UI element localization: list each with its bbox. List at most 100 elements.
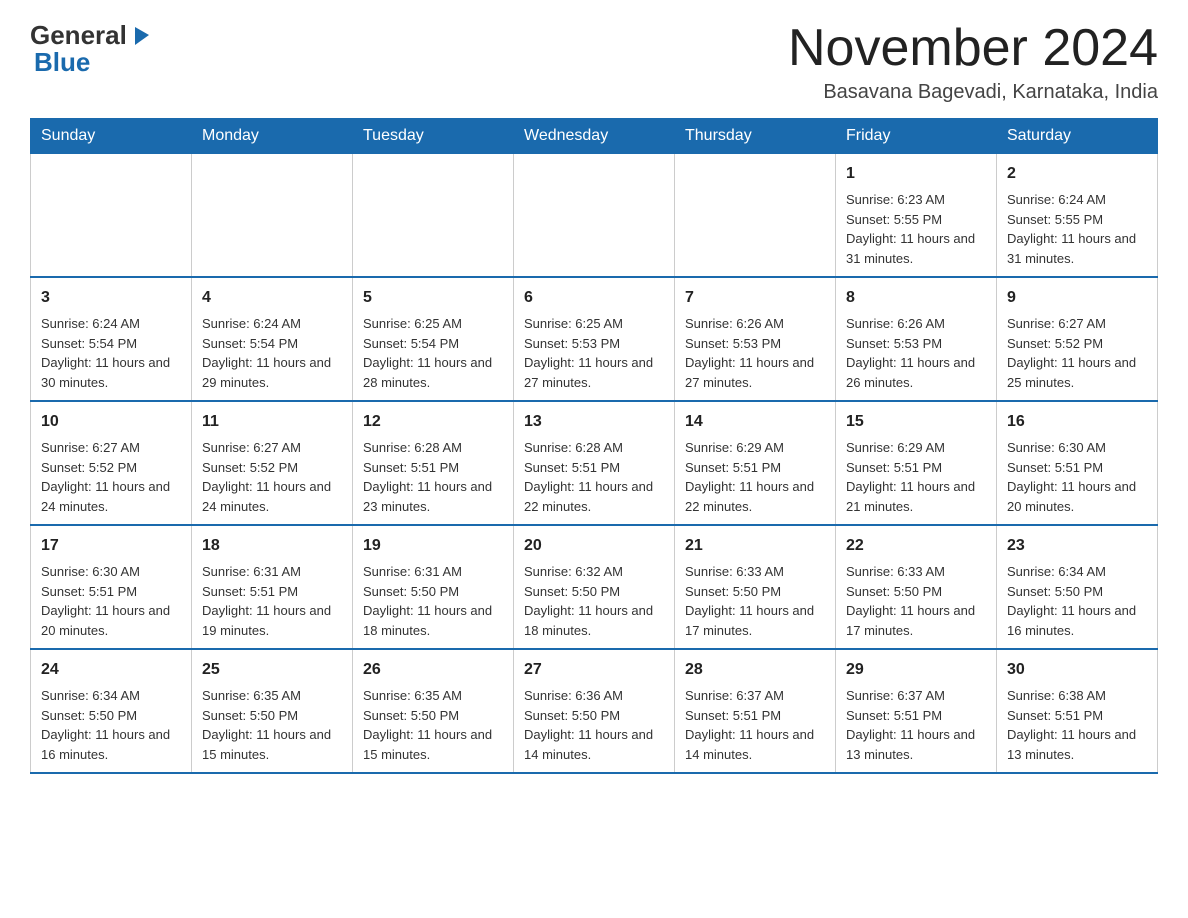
header-thursday: Thursday <box>675 119 836 154</box>
table-row: 3 Sunrise: 6:24 AM Sunset: 5:54 PM Daylig… <box>31 277 192 401</box>
table-row: 21 Sunrise: 6:33 AM Sunset: 5:50 PM Dayli… <box>675 525 836 649</box>
cell-sun-info: Sunrise: 6:28 AM Sunset: 5:51 PM Dayligh… <box>524 438 664 516</box>
day-number: 12 <box>363 410 503 434</box>
table-row: 25 Sunrise: 6:35 AM Sunset: 5:50 PM Dayli… <box>192 649 353 773</box>
table-row: 22Sunrise: 6:33 AM Sunset: 5:50 PM Dayli… <box>836 525 997 649</box>
calendar-table: Sunday Monday Tuesday Wednesday Thursday… <box>30 118 1158 774</box>
table-row: 6 Sunrise: 6:25 AM Sunset: 5:53 PM Daylig… <box>514 277 675 401</box>
location: Basavana Bagevadi, Karnataka, India <box>788 81 1158 104</box>
cell-sun-info: Sunrise: 6:35 AM Sunset: 5:50 PM Dayligh… <box>202 686 342 764</box>
cell-sun-info: Sunrise: 6:33 AM Sunset: 5:50 PM Dayligh… <box>846 562 986 640</box>
day-number: 23 <box>1007 534 1147 558</box>
cell-sun-info: Sunrise: 6:36 AM Sunset: 5:50 PM Dayligh… <box>524 686 664 764</box>
day-number: 24 <box>41 658 181 682</box>
day-number: 2 <box>1007 162 1147 186</box>
cell-sun-info: Sunrise: 6:23 AM Sunset: 5:55 PM Dayligh… <box>846 190 986 268</box>
table-row: 19 Sunrise: 6:31 AM Sunset: 5:50 PM Dayli… <box>353 525 514 649</box>
cell-sun-info: Sunrise: 6:28 AM Sunset: 5:51 PM Dayligh… <box>363 438 503 516</box>
logo: General Blue <box>30 20 151 78</box>
header-monday: Monday <box>192 119 353 154</box>
cell-sun-info: Sunrise: 6:37 AM Sunset: 5:51 PM Dayligh… <box>846 686 986 764</box>
table-row: 26 Sunrise: 6:35 AM Sunset: 5:50 PM Dayli… <box>353 649 514 773</box>
cell-sun-info: Sunrise: 6:35 AM Sunset: 5:50 PM Dayligh… <box>363 686 503 764</box>
cell-sun-info: Sunrise: 6:26 AM Sunset: 5:53 PM Dayligh… <box>846 314 986 392</box>
table-row: 5Sunrise: 6:25 AM Sunset: 5:54 PM Daylig… <box>353 277 514 401</box>
table-row <box>192 154 353 278</box>
cell-sun-info: Sunrise: 6:31 AM Sunset: 5:51 PM Dayligh… <box>202 562 342 640</box>
weekday-header-row: Sunday Monday Tuesday Wednesday Thursday… <box>31 119 1158 154</box>
header-tuesday: Tuesday <box>353 119 514 154</box>
cell-sun-info: Sunrise: 6:26 AM Sunset: 5:53 PM Dayligh… <box>685 314 825 392</box>
day-number: 7 <box>685 286 825 310</box>
table-row <box>353 154 514 278</box>
table-row: 14 Sunrise: 6:29 AM Sunset: 5:51 PM Dayli… <box>675 401 836 525</box>
day-number: 29 <box>846 658 986 682</box>
day-number: 6 <box>524 286 664 310</box>
table-row: 28Sunrise: 6:37 AM Sunset: 5:51 PM Dayli… <box>675 649 836 773</box>
cell-sun-info: Sunrise: 6:31 AM Sunset: 5:50 PM Dayligh… <box>363 562 503 640</box>
day-number: 27 <box>524 658 664 682</box>
day-number: 10 <box>41 410 181 434</box>
table-row: 20 Sunrise: 6:32 AM Sunset: 5:50 PM Dayli… <box>514 525 675 649</box>
day-number: 13 <box>524 410 664 434</box>
header-saturday: Saturday <box>997 119 1158 154</box>
cell-sun-info: Sunrise: 6:33 AM Sunset: 5:50 PM Dayligh… <box>685 562 825 640</box>
table-row: 8Sunrise: 6:26 AM Sunset: 5:53 PM Daylig… <box>836 277 997 401</box>
day-number: 19 <box>363 534 503 558</box>
day-number: 26 <box>363 658 503 682</box>
table-row: 7 Sunrise: 6:26 AM Sunset: 5:53 PM Daylig… <box>675 277 836 401</box>
cell-sun-info: Sunrise: 6:24 AM Sunset: 5:54 PM Dayligh… <box>202 314 342 392</box>
day-number: 3 <box>41 286 181 310</box>
calendar-week-row: 17 Sunrise: 6:30 AM Sunset: 5:51 PM Dayli… <box>31 525 1158 649</box>
cell-sun-info: Sunrise: 6:34 AM Sunset: 5:50 PM Dayligh… <box>1007 562 1147 640</box>
table-row: 30Sunrise: 6:38 AM Sunset: 5:51 PM Dayli… <box>997 649 1158 773</box>
table-row: 15 Sunrise: 6:29 AM Sunset: 5:51 PM Dayli… <box>836 401 997 525</box>
day-number: 4 <box>202 286 342 310</box>
cell-sun-info: Sunrise: 6:32 AM Sunset: 5:50 PM Dayligh… <box>524 562 664 640</box>
title-block: November 2024 Basavana Bagevadi, Karnata… <box>788 20 1158 104</box>
header-friday: Friday <box>836 119 997 154</box>
cell-sun-info: Sunrise: 6:24 AM Sunset: 5:55 PM Dayligh… <box>1007 190 1147 268</box>
table-row: 2 Sunrise: 6:24 AM Sunset: 5:55 PM Daylig… <box>997 154 1158 278</box>
cell-sun-info: Sunrise: 6:25 AM Sunset: 5:53 PM Dayligh… <box>524 314 664 392</box>
day-number: 1 <box>846 162 986 186</box>
calendar-week-row: 3 Sunrise: 6:24 AM Sunset: 5:54 PM Daylig… <box>31 277 1158 401</box>
calendar-week-row: 1 Sunrise: 6:23 AM Sunset: 5:55 PM Daylig… <box>31 154 1158 278</box>
cell-sun-info: Sunrise: 6:29 AM Sunset: 5:51 PM Dayligh… <box>685 438 825 516</box>
table-row: 13 Sunrise: 6:28 AM Sunset: 5:51 PM Dayli… <box>514 401 675 525</box>
day-number: 16 <box>1007 410 1147 434</box>
calendar-week-row: 10 Sunrise: 6:27 AM Sunset: 5:52 PM Dayli… <box>31 401 1158 525</box>
day-number: 14 <box>685 410 825 434</box>
cell-sun-info: Sunrise: 6:24 AM Sunset: 5:54 PM Dayligh… <box>41 314 181 392</box>
day-number: 15 <box>846 410 986 434</box>
table-row: 10 Sunrise: 6:27 AM Sunset: 5:52 PM Dayli… <box>31 401 192 525</box>
cell-sun-info: Sunrise: 6:34 AM Sunset: 5:50 PM Dayligh… <box>41 686 181 764</box>
cell-sun-info: Sunrise: 6:30 AM Sunset: 5:51 PM Dayligh… <box>1007 438 1147 516</box>
day-number: 25 <box>202 658 342 682</box>
table-row: 23 Sunrise: 6:34 AM Sunset: 5:50 PM Dayli… <box>997 525 1158 649</box>
day-number: 30 <box>1007 658 1147 682</box>
table-row: 16 Sunrise: 6:30 AM Sunset: 5:51 PM Dayli… <box>997 401 1158 525</box>
logo-triangle-icon <box>129 25 151 47</box>
day-number: 11 <box>202 410 342 434</box>
table-row <box>514 154 675 278</box>
header-wednesday: Wednesday <box>514 119 675 154</box>
logo-blue: Blue <box>34 47 90 77</box>
cell-sun-info: Sunrise: 6:25 AM Sunset: 5:54 PM Dayligh… <box>363 314 503 392</box>
day-number: 20 <box>524 534 664 558</box>
day-number: 21 <box>685 534 825 558</box>
cell-sun-info: Sunrise: 6:27 AM Sunset: 5:52 PM Dayligh… <box>1007 314 1147 392</box>
page-header: General Blue November 2024 Basavana Bage… <box>30 20 1158 104</box>
table-row: 9Sunrise: 6:27 AM Sunset: 5:52 PM Daylig… <box>997 277 1158 401</box>
table-row: 1 Sunrise: 6:23 AM Sunset: 5:55 PM Daylig… <box>836 154 997 278</box>
calendar-week-row: 24 Sunrise: 6:34 AM Sunset: 5:50 PM Dayli… <box>31 649 1158 773</box>
cell-sun-info: Sunrise: 6:29 AM Sunset: 5:51 PM Dayligh… <box>846 438 986 516</box>
cell-sun-info: Sunrise: 6:37 AM Sunset: 5:51 PM Dayligh… <box>685 686 825 764</box>
cell-sun-info: Sunrise: 6:27 AM Sunset: 5:52 PM Dayligh… <box>202 438 342 516</box>
month-title: November 2024 <box>788 20 1158 77</box>
cell-sun-info: Sunrise: 6:27 AM Sunset: 5:52 PM Dayligh… <box>41 438 181 516</box>
day-number: 17 <box>41 534 181 558</box>
table-row: 27 Sunrise: 6:36 AM Sunset: 5:50 PM Dayli… <box>514 649 675 773</box>
table-row: 17 Sunrise: 6:30 AM Sunset: 5:51 PM Dayli… <box>31 525 192 649</box>
cell-sun-info: Sunrise: 6:30 AM Sunset: 5:51 PM Dayligh… <box>41 562 181 640</box>
